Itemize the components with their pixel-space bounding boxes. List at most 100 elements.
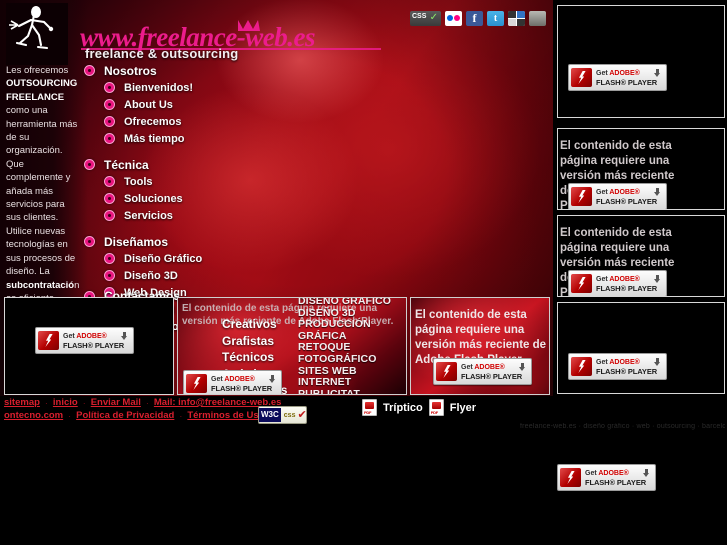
download-arrow-icon [654,188,661,197]
get-flash-player-badge[interactable]: Get ADOBE® FLASH® PLAYER [568,183,667,209]
get-flash-player-badge[interactable]: Get ADOBE® FLASH® PLAYER [568,353,667,380]
badge-get-label: Get [63,332,77,340]
nav-item-label: Bienvenidos! [124,81,194,94]
badge-get-label: Get [596,69,610,77]
bullet-icon [84,65,95,76]
bullet-icon [104,210,115,221]
footer-link-inicio[interactable]: inicio [53,397,78,408]
footer-separator: · [44,397,48,408]
nav-item-diseno-3d[interactable]: Diseño 3D [104,267,314,284]
pdf-link-triptico[interactable]: Tríptico [383,402,423,414]
nav-item-bienvenidos[interactable]: Bienvenidos! [104,79,314,96]
nav-item-diseno-grafico[interactable]: Diseño Gráfico [104,250,314,267]
get-flash-player-badge[interactable]: Get ADOBE® FLASH® PLAYER [183,370,282,394]
rss-icon[interactable] [529,11,546,26]
roles-overlay-list: DISEÑO GRÁFICO DISEÑO 3D PRODUCCIÓN GRÁF… [298,298,406,395]
nav-heading-tecnica[interactable]: Técnica [84,156,314,173]
footer-separator: · [145,397,149,408]
nav-heading-disenamos[interactable]: Diseñamos [84,233,314,250]
service-item: PRODUCCIÓN GRÁFICA [298,318,371,342]
nav-item-about-us[interactable]: About Us [104,96,314,113]
flash-placeholder-box-bottom-right[interactable]: Get ADOBE® FLASH® PLAYER [557,462,725,492]
service-item: PUBLICITAT [298,387,360,395]
footer-link-terms[interactable]: Términos de Uso [187,410,264,421]
check-icon: ✓ [429,12,438,23]
logo-figure-icon[interactable] [6,3,68,65]
nav-item-label: Más tiempo [124,132,185,145]
nav-item-mas-tiempo[interactable]: Más tiempo [104,130,314,147]
footer-link-ontecno[interactable]: ontecno.com [4,410,63,421]
footer-separator: · [68,410,72,421]
intro-strong-2: subcontratació [6,279,75,291]
delicious-icon[interactable] [508,11,525,26]
badge-get-label: Get [211,375,225,383]
footer-separator: · [179,410,183,421]
nav-item-tools[interactable]: Tools [104,173,314,190]
footer-link-sitemap[interactable]: sitemap [4,397,40,408]
badge-get-label: Get [596,358,610,366]
flash-placeholder-box-right-3[interactable]: El contenido de esta página requiere una… [557,215,725,297]
footer-link-privacy[interactable]: Política de Privacidad [76,410,174,421]
nav-item-label: Servicios [124,209,173,222]
service-item: RETOQUE FOTOGRÁFICO [298,341,377,365]
download-arrow-icon [121,332,128,341]
pdf-icon [428,399,444,416]
get-flash-player-badge[interactable]: Get ADOBE® FLASH® PLAYER [568,64,667,91]
footer-links-row-1: sitemap · inicio · Enviar Mail · Mail: i… [4,397,281,408]
bullet-icon [104,133,115,144]
roles-panel[interactable]: El contenido de esta página requiere una… [177,297,407,395]
footer-link-enviar-mail[interactable]: Enviar Mail [91,397,141,408]
bullet-icon [104,270,115,281]
flash-placeholder-box-contact[interactable]: Get ADOBE® FLASH® PLAYER [4,297,174,395]
bullet-icon [104,176,115,187]
flash-logo-icon [560,468,581,487]
page-root: www.freelance-web.es freelance & outsour… [0,0,727,545]
flash-placeholder-box-right[interactable]: El contenido de esta página requiere una… [410,297,550,395]
badge-get-label: Get [585,469,599,477]
nav-heading-label: Nosotros [104,63,157,78]
flash-placeholder-box-right-2[interactable]: El contenido de esta página requiere una… [557,128,725,210]
download-arrow-icon [519,363,526,372]
nav-item-servicios[interactable]: Servicios [104,207,314,224]
nav-item-label: Diseño 3D [124,269,178,282]
get-flash-player-badge[interactable]: Get ADOBE® FLASH® PLAYER [557,464,656,491]
intro-paragraph: Les ofrecemos OUTSOURCING FREELANCE como… [6,64,79,332]
check-icon: ✔ [297,409,307,421]
footer-separator: · [82,397,86,408]
css-validator-label: CSS [412,13,427,20]
bullet-icon [104,253,115,264]
flickr-icon[interactable] [445,11,462,26]
badge-player-label: FLASH® PLAYER [63,340,125,350]
get-flash-player-badge[interactable]: Get ADOBE® FLASH® PLAYER [35,327,134,354]
twitter-icon[interactable]: t [487,11,504,26]
flash-logo-icon [436,362,457,381]
pdf-icon [362,399,377,416]
badge-get-label: Get [596,188,610,196]
role-item: Grafistas [222,333,275,348]
badge-player-label: FLASH® PLAYER [596,77,658,87]
badge-adobe-label: ADOBE® [609,69,640,77]
badge-adobe-label: ADOBE® [598,469,629,477]
get-flash-player-badge[interactable]: Get ADOBE® FLASH® PLAYER [433,358,532,385]
badge-player-label: FLASH® PLAYER [585,477,647,487]
nav-heading-nosotros[interactable]: Nosotros [84,62,314,79]
badge-player-label: FLASH® PLAYER [596,196,658,206]
css-validator-icon[interactable]: CSS ✓ [410,11,441,26]
get-flash-player-badge[interactable]: Get ADOBE® FLASH® PLAYER [568,270,667,296]
badge-adobe-label: ADOBE® [474,363,505,371]
download-arrow-icon [654,358,661,367]
social-icon-bar: CSS ✓ f t [410,10,546,27]
flash-placeholder-box-top-right[interactable]: Get ADOBE® FLASH® PLAYER [557,5,725,118]
flash-placeholder-box-right-4[interactable]: Get ADOBE® FLASH® PLAYER [557,302,725,394]
bullet-icon [104,82,115,93]
w3c-css-validation-badge[interactable]: W3C css ✔ [258,406,307,424]
nav-item-soluciones[interactable]: Soluciones [104,190,314,207]
role-item: Técnicos [222,350,275,364]
nav-item-label: Diseño Gráfico [124,252,203,265]
bullet-icon [104,99,115,110]
facebook-icon[interactable]: f [466,11,483,26]
badge-adobe-label: ADOBE® [224,375,255,383]
nav-item-ofrecemos[interactable]: Ofrecemos [104,113,314,130]
pdf-link-flyer[interactable]: Flyer [450,402,476,414]
css-label: css [283,411,296,419]
